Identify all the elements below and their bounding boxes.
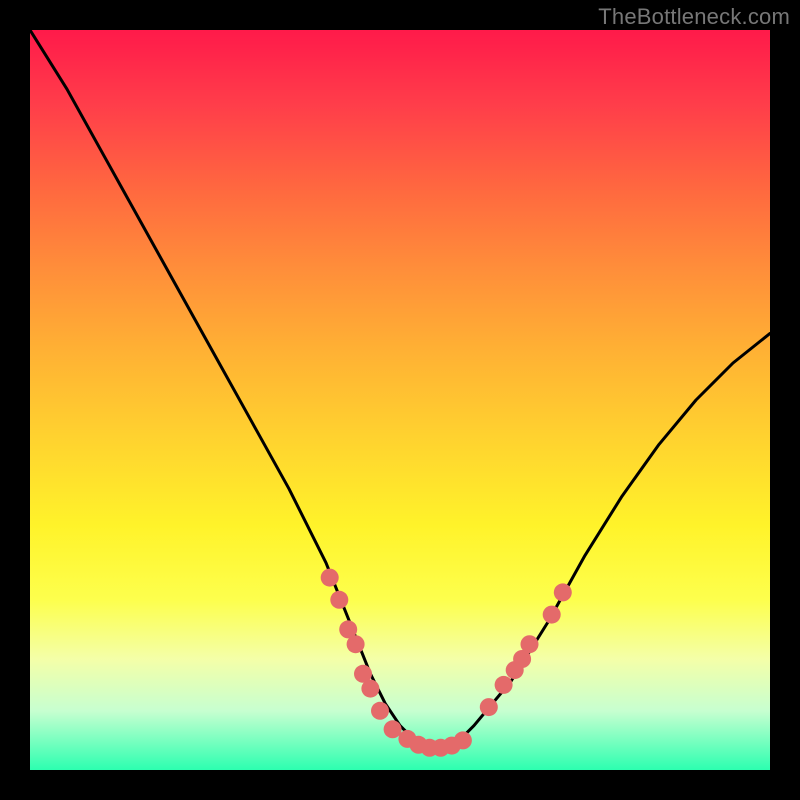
highlight-dot <box>521 635 539 653</box>
highlight-dot <box>330 591 348 609</box>
highlight-dot <box>361 680 379 698</box>
highlight-dot <box>554 583 572 601</box>
highlight-dot <box>371 702 389 720</box>
highlight-dot <box>347 635 365 653</box>
highlight-dot <box>543 606 561 624</box>
highlight-dots <box>321 569 572 757</box>
highlight-dot <box>384 720 402 738</box>
bottleneck-curve <box>30 30 770 748</box>
watermark-text: TheBottleneck.com <box>598 4 790 30</box>
highlight-dot <box>480 698 498 716</box>
highlight-dot <box>321 569 339 587</box>
highlight-dot <box>495 676 513 694</box>
chart-frame: TheBottleneck.com <box>0 0 800 800</box>
highlight-dot <box>454 731 472 749</box>
chart-svg <box>30 30 770 770</box>
plot-area <box>30 30 770 770</box>
